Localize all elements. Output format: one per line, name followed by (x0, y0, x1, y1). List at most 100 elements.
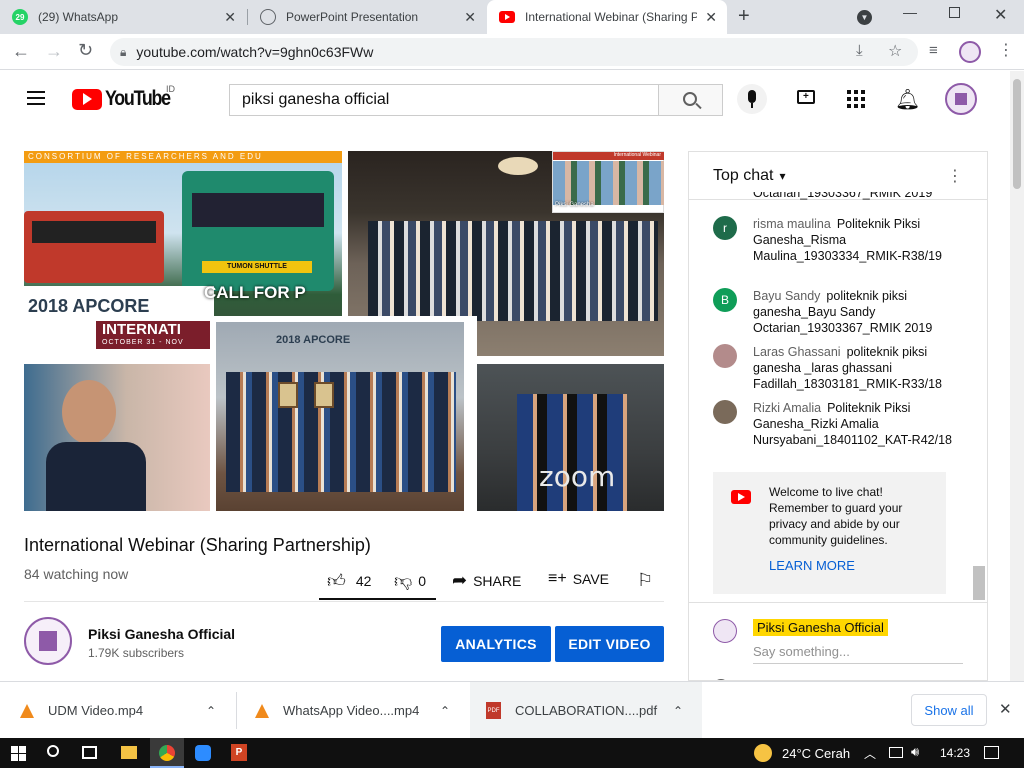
share-arrow-icon: ➦ (452, 570, 468, 590)
save-button[interactable]: ≡+ SAVE (548, 570, 609, 588)
address-bar[interactable]: 🔒︎ youtube.com/watch?v=9ghn0c63FWw ⤓ ☆ (110, 38, 918, 66)
pip-title: International Webinar (553, 152, 664, 160)
chat-scrollbar[interactable] (973, 566, 985, 600)
tray-chevron-icon[interactable]: ︿ (864, 745, 876, 762)
channel-name[interactable]: Piksi Ganesha Official (88, 626, 235, 642)
search-input[interactable]: piksi ganesha official (229, 84, 659, 116)
bookmark-star-icon[interactable]: ☆ (888, 41, 902, 61)
vlc-icon (255, 703, 269, 718)
dislike-count: 0 (418, 573, 427, 589)
two-men-image (517, 394, 627, 511)
youtube-favicon-icon (499, 11, 515, 23)
media-control-icon[interactable]: ≡ (929, 42, 938, 59)
chevron-up-icon[interactable]: ⌃ (206, 704, 216, 718)
close-icon[interactable]: ✕ (705, 9, 717, 26)
share-button[interactable]: ➦ SHARE (452, 570, 521, 591)
dislike-button[interactable]: 👎︎ 0 (394, 570, 426, 592)
zoom-app-icon[interactable] (195, 745, 211, 761)
composer-avatar (713, 619, 737, 643)
restore-icon[interactable] (949, 7, 960, 18)
reload-icon[interactable]: ↻ (78, 40, 93, 61)
profile-avatar[interactable] (959, 41, 981, 63)
chevron-up-icon[interactable]: ⌃ (673, 704, 683, 718)
award-photo-frame: 2018 APCORE (210, 316, 477, 511)
powerpoint-icon[interactable]: P (231, 744, 247, 761)
tab-title: International Webinar (Sharing Pa (525, 10, 697, 24)
browser-toolbar: ← → ↻ 🔒︎ youtube.com/watch?v=9ghn0c63FWw… (0, 34, 1024, 70)
top-chat-selector[interactable]: Top chat (713, 167, 773, 185)
download-item[interactable]: UDM Video.mp4 ⌃ (0, 682, 236, 739)
chat-author[interactable]: Laras Ghassani (753, 345, 841, 359)
tab-whatsapp[interactable]: 29 (29) WhatsApp ✕ (0, 0, 246, 34)
notification-center-icon[interactable] (984, 746, 999, 759)
forward-icon[interactable]: → (45, 41, 63, 62)
report-flag-icon[interactable]: ⚐ (637, 570, 653, 591)
weather-sun-icon[interactable] (754, 744, 772, 762)
chrome-icon (159, 745, 175, 761)
new-tab-icon[interactable]: + (738, 5, 750, 28)
download-item[interactable]: WhatsApp Video....mp4 ⌃ (237, 682, 469, 739)
chat-author[interactable]: Bayu Sandy (753, 289, 820, 303)
tab-search-icon[interactable]: ▼ (857, 10, 872, 25)
minimize-icon[interactable]: — (903, 4, 917, 20)
download-shelf: UDM Video.mp4 ⌃ WhatsApp Video....mp4 ⌃ … (0, 681, 1024, 739)
create-video-icon[interactable]: + (797, 90, 815, 104)
chat-author[interactable]: risma maulina (753, 217, 831, 231)
pip-thumbnail: International Webinar Piksi Ganesha (552, 151, 664, 213)
clock-time[interactable]: 14:23 (940, 746, 970, 760)
video-player[interactable]: CONSORTIUM OF RESEARCHERS AND EDU TUMON … (24, 151, 664, 511)
voice-search-button[interactable] (737, 84, 767, 114)
pip-label: Piksi Ganesha (555, 202, 594, 208)
more-options-icon[interactable]: ⋮ (947, 166, 963, 186)
install-icon[interactable]: ⤓ (856, 42, 863, 59)
edit-video-button[interactable]: EDIT VIDEO (555, 626, 664, 662)
file-explorer-icon[interactable] (121, 746, 137, 759)
date-text: OCTOBER 31 - NOV (102, 339, 184, 346)
windows-start-icon[interactable] (11, 746, 26, 761)
search-button[interactable] (658, 84, 723, 116)
certificate-icon (278, 382, 298, 408)
download-item[interactable]: PDF COLLABORATION....pdf ⌃ (470, 682, 702, 739)
chat-input[interactable]: Say something... (753, 644, 963, 664)
close-window-icon[interactable]: ✕ (994, 5, 1007, 25)
chevron-up-icon[interactable]: ⌃ (440, 704, 450, 718)
notifications-bell-icon[interactable]: 🔔︎ (895, 87, 920, 112)
page-scrollbar-thumb[interactable] (1013, 79, 1021, 189)
channel-avatar[interactable] (24, 617, 72, 665)
tab-powerpoint[interactable]: PowerPoint Presentation ✕ (248, 0, 486, 34)
chrome-taskbar-button[interactable] (150, 738, 184, 768)
chat-avatar: r (713, 216, 737, 240)
like-button[interactable]: 👍︎ 42 (327, 570, 371, 592)
show-all-button[interactable]: Show all (911, 694, 987, 726)
volume-icon[interactable]: 🔊︎ (911, 744, 919, 760)
account-avatar[interactable] (945, 83, 977, 115)
chevron-down-icon[interactable]: ▾ (779, 169, 785, 183)
youtube-logo[interactable]: YouTube ID (72, 84, 181, 111)
network-icon[interactable] (889, 747, 903, 758)
analytics-button[interactable]: ANALYTICS (441, 626, 551, 662)
task-view-icon[interactable] (82, 746, 97, 759)
close-icon[interactable]: ✕ (464, 9, 476, 26)
like-count: 42 (355, 573, 372, 589)
search-icon[interactable] (47, 745, 59, 757)
weather-text[interactable]: 24°C Cerah (782, 746, 850, 761)
apps-grid-icon[interactable] (847, 90, 865, 108)
red-trolley-image (24, 211, 164, 283)
hamburger-menu-icon[interactable] (27, 91, 45, 105)
close-icon[interactable]: ✕ (224, 9, 236, 26)
channel-crest-icon (39, 631, 57, 651)
download-name: COLLABORATION....pdf (515, 703, 658, 718)
chat-author[interactable]: Rizki Amalia (753, 401, 821, 415)
learn-more-link[interactable]: LEARN MORE (769, 558, 855, 574)
chat-cut-line: Octarian_19303367_RMIK 2019 (753, 192, 933, 200)
banner-text: CONSORTIUM OF RESEARCHERS AND EDU (24, 151, 342, 163)
chrome-menu-icon[interactable]: ⋮ (998, 40, 1014, 60)
sentiment-bar-fill (319, 598, 436, 600)
back-icon[interactable]: ← (12, 41, 30, 62)
thumbs-down-icon: 👎︎ (394, 571, 413, 591)
windows-taskbar: P 24°C Cerah ︿ 🔊︎ 14:23 (0, 738, 1024, 768)
tab-youtube[interactable]: International Webinar (Sharing Pa ✕ (487, 0, 727, 34)
international-text: INTERNATI (102, 321, 181, 338)
close-shelf-icon[interactable]: ✕ (999, 700, 1012, 718)
page-scrollbar[interactable] (1010, 71, 1024, 681)
